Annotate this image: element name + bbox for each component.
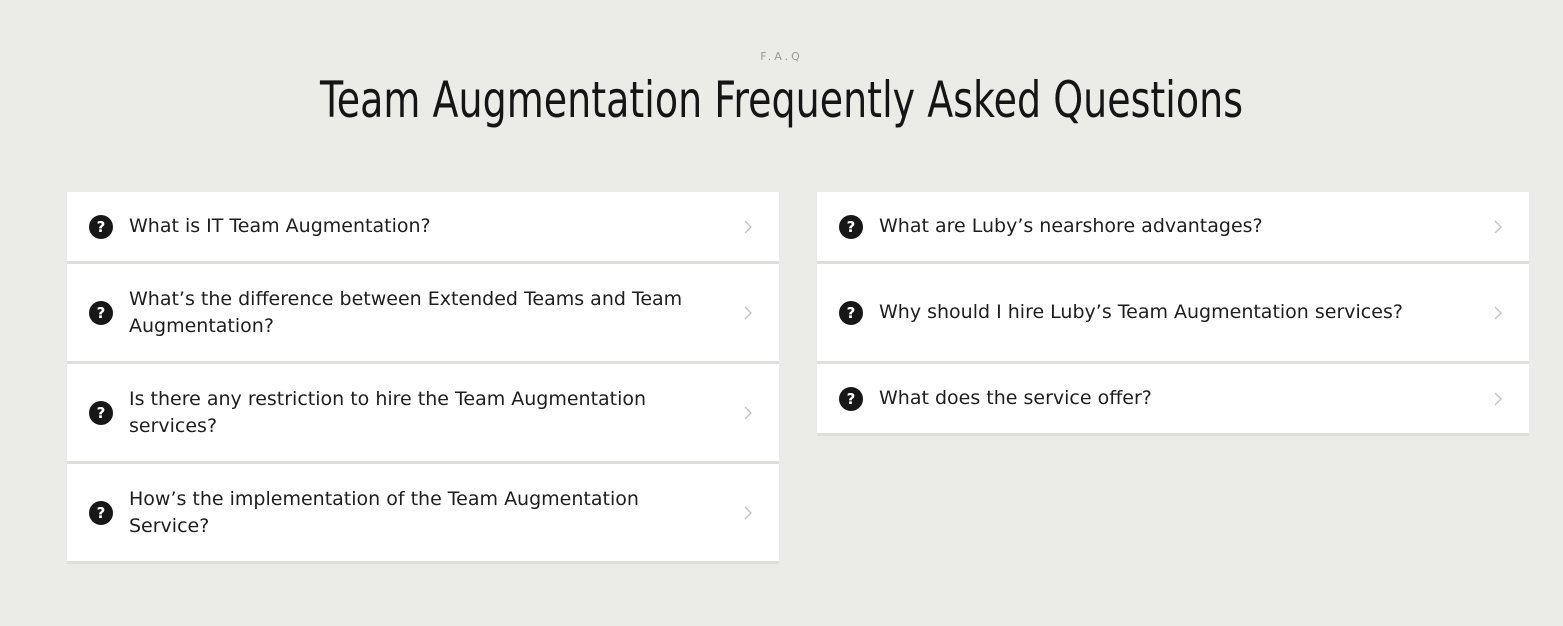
chevron-right-icon (739, 304, 757, 322)
faq-question: Is there any restriction to hire the Tea… (129, 387, 647, 437)
question-circle-icon: ? (89, 400, 113, 425)
chevron-right-icon (1489, 304, 1507, 322)
question-circle-icon: ? (839, 386, 863, 411)
faq-question: What’s the difference between Extended T… (129, 287, 683, 337)
chevron-right-icon (1489, 218, 1507, 236)
question-circle-icon: ? (839, 214, 863, 239)
chevron-right-icon (739, 404, 757, 422)
faq-item-why-hire-luby[interactable]: ? Why should I hire Luby’s Team Augmenta… (817, 264, 1529, 364)
faq-question: How’s the implementation of the Team Aug… (129, 487, 639, 537)
section-eyebrow: F.A.Q (760, 50, 803, 63)
faq-column-left: ? What is IT Team Augmentation? ? What’s… (67, 192, 779, 564)
faq-question: Why should I hire Luby’s Team Augmentati… (879, 301, 1403, 323)
faq-question: What is IT Team Augmentation? (129, 215, 431, 237)
question-circle-icon: ? (89, 300, 113, 325)
page-title: Team Augmentation Frequently Asked Quest… (320, 71, 1243, 129)
faq-item-service-offer[interactable]: ? What does the service offer? (817, 364, 1529, 436)
faq-item-what-is-it-team-augmentation[interactable]: ? What is IT Team Augmentation? (67, 192, 779, 264)
question-circle-icon: ? (89, 214, 113, 239)
faq-column-right: ? What are Luby’s nearshore advantages? … (817, 192, 1529, 436)
chevron-right-icon (739, 218, 757, 236)
question-circle-icon: ? (839, 300, 863, 325)
chevron-right-icon (1489, 390, 1507, 408)
faq-item-hiring-restriction[interactable]: ? Is there any restriction to hire the T… (67, 364, 779, 464)
faq-question: What does the service offer? (879, 387, 1152, 409)
faq-item-implementation[interactable]: ? How’s the implementation of the Team A… (67, 464, 779, 564)
faq-item-nearshore-advantages[interactable]: ? What are Luby’s nearshore advantages? (817, 192, 1529, 264)
faq-item-extended-vs-augmentation[interactable]: ? What’s the difference between Extended… (67, 264, 779, 364)
chevron-right-icon (739, 504, 757, 522)
faq-question: What are Luby’s nearshore advantages? (879, 215, 1263, 237)
question-circle-icon: ? (89, 500, 113, 525)
